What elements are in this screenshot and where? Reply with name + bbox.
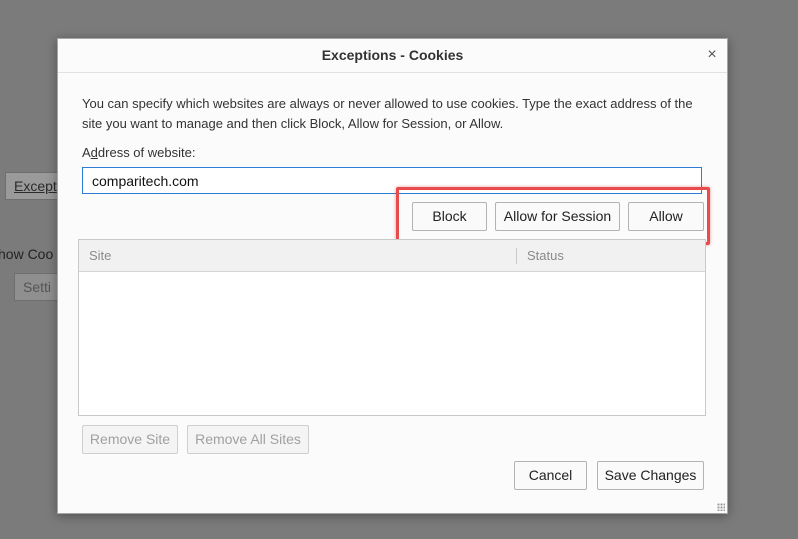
cancel-button[interactable]: Cancel <box>514 461 587 490</box>
exceptions-cookies-dialog: Exceptions - Cookies × You can specify w… <box>57 38 728 514</box>
resize-grip-icon[interactable] <box>717 503 725 511</box>
cancel-button-label: Cancel <box>528 467 573 483</box>
block-button-label: Block <box>432 208 467 224</box>
dialog-title: Exceptions - Cookies <box>321 47 464 63</box>
allow-for-session-button[interactable]: Allow for Session <box>495 202 620 231</box>
remove-site-label: Remove Site <box>89 431 171 447</box>
remove-all-sites-label: Remove All Sites <box>195 431 301 447</box>
close-icon[interactable]: × <box>703 46 721 64</box>
dialog-titlebar: Exceptions - Cookies × <box>58 39 727 73</box>
save-changes-button[interactable]: Save Changes <box>597 461 704 490</box>
column-header-site[interactable]: Site <box>89 240 111 271</box>
column-header-status[interactable]: Status <box>527 240 564 271</box>
block-button[interactable]: Block <box>412 202 487 231</box>
save-changes-label: Save Changes <box>604 467 697 483</box>
exceptions-button-background-label: Except <box>14 178 57 194</box>
address-label: Address of website: <box>82 145 196 160</box>
allow-button-label: Allow <box>649 208 683 224</box>
remove-all-sites-button[interactable]: Remove All Sites <box>187 425 309 454</box>
allow-for-session-label: Allow for Session <box>503 208 612 224</box>
remove-site-button[interactable]: Remove Site <box>82 425 178 454</box>
dialog-description: You can specify which websites are alway… <box>82 96 693 131</box>
show-cookies-label: how Coo <box>0 246 54 262</box>
allow-button[interactable]: Allow <box>628 202 704 231</box>
exceptions-table[interactable]: Site Status <box>78 239 706 416</box>
show-cookies-button-background: how Coo <box>0 246 53 262</box>
settings-button-background-label: Setti <box>23 279 52 295</box>
column-separator[interactable] <box>516 248 517 264</box>
address-label-rest: dress of website: <box>97 145 196 160</box>
table-header: Site Status <box>79 240 705 272</box>
